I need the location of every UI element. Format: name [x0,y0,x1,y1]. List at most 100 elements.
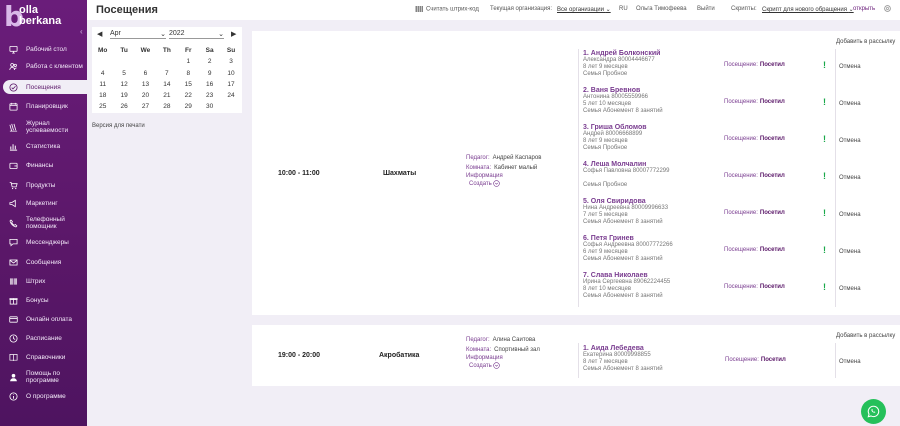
calendar-day[interactable]: 28 [156,101,177,112]
calendar-day[interactable]: 11 [92,79,113,90]
open-script-link[interactable]: открыть [853,6,875,12]
visit-status[interactable]: Посещение: Посетил [725,357,786,363]
chevron-down-icon[interactable] [492,180,501,187]
visit-status[interactable]: Посещение: Посетил [724,284,785,290]
next-month-button[interactable]: ▶ [231,30,236,38]
add-to-mailing-link[interactable]: Добавить в рассылку [836,39,895,45]
sidebar-item[interactable]: Бонусы [0,294,87,306]
prev-month-button[interactable]: ◀ [97,30,102,38]
calendar-day[interactable]: 6 [135,68,156,79]
alert-icon[interactable]: ! [823,208,826,218]
calendar-day[interactable]: 15 [178,79,199,90]
student-name[interactable]: 3. Гриша Обломов [583,124,647,131]
student-name[interactable]: 4. Леша Молчалин [583,161,669,168]
chevron-down-icon[interactable] [492,362,501,369]
cancel-visit-button[interactable]: Отмена [839,286,861,292]
calendar-day[interactable]: 13 [135,79,156,90]
sidebar-item[interactable]: Планировщик [0,100,87,112]
sidebar-item[interactable]: Финансы [0,159,87,171]
calendar-day[interactable]: 8 [178,68,199,79]
calendar-day[interactable]: 30 [199,101,220,112]
year-select[interactable]: 2022 ⌄ [169,30,224,39]
sidebar-item[interactable]: Онлайн оплата [0,313,87,325]
student-name[interactable]: 2. Ваня Бревнов [583,87,663,94]
cancel-visit-button[interactable]: Отмена [839,212,861,218]
calendar-day[interactable]: 21 [156,90,177,101]
print-version-link[interactable]: Версия для печати [92,123,145,129]
collapse-sidebar-icon[interactable]: ‹ [80,27,83,36]
calendar-day[interactable]: 29 [178,101,199,112]
calendar-day[interactable]: 2 [199,56,220,68]
sidebar-item[interactable]: Расписание [0,332,87,344]
calendar-day[interactable]: 14 [156,79,177,90]
alert-icon[interactable]: ! [823,97,826,107]
alert-icon[interactable]: ! [823,245,826,255]
sidebar-item[interactable]: Телефонный помощник [0,216,87,230]
logout-link[interactable]: Выйти [697,6,715,12]
calendar-day[interactable]: 22 [178,90,199,101]
cancel-visit-button[interactable]: Отмена [839,101,861,107]
calendar-day[interactable]: 4 [92,68,113,79]
visit-status[interactable]: Посещение: Посетил [724,247,785,253]
visit-status[interactable]: Посещение: Посетил [724,210,785,216]
calendar-day[interactable]: 5 [113,68,134,79]
sidebar-item[interactable]: Мессенджеры [0,236,87,248]
alert-icon[interactable]: ! [823,60,826,70]
alert-icon[interactable]: ! [823,282,826,292]
org-select[interactable]: Все организации ⌄ [557,6,611,13]
calendar-day[interactable]: 9 [199,68,220,79]
create-link[interactable]: Создать [469,181,492,187]
sidebar-item[interactable]: О программе [0,390,87,402]
whatsapp-button[interactable] [861,399,886,424]
cancel-visit-button[interactable]: Отмена [839,359,861,365]
sidebar-item[interactable]: Журнал успеваемости [0,120,87,134]
sidebar-item[interactable]: Справочники [0,351,87,363]
sidebar-item[interactable]: Помощь по программе [0,370,87,384]
calendar-day[interactable]: 20 [135,90,156,101]
sidebar-item[interactable]: Сообщения [0,256,87,268]
sidebar-item[interactable]: Рабочий стол [0,43,87,55]
calendar-day[interactable]: 26 [113,101,134,112]
language-switch[interactable]: RU [619,6,628,12]
add-to-mailing-link[interactable]: Добавить в рассылку [836,333,895,339]
visit-status[interactable]: Посещение: Посетил [724,99,785,105]
info-link[interactable]: Информация [466,173,541,180]
lesson-subject[interactable]: Шахматы [383,170,416,177]
cancel-visit-button[interactable]: Отмена [839,64,861,70]
calendar-day[interactable]: 24 [220,90,241,101]
cancel-visit-button[interactable]: Отмена [839,175,861,181]
lesson-subject[interactable]: Акробатика [379,352,419,359]
sidebar-item[interactable]: Продукты [0,179,87,191]
student-name[interactable]: 6. Петя Гринев [583,235,673,242]
student-name[interactable]: 1. Андрей Болконский [583,50,660,57]
visit-status[interactable]: Посещение: Посетил [724,173,785,179]
user-name[interactable]: Ольга Тимофеева [636,6,687,12]
sidebar-item[interactable]: Работа с клиентом [0,60,87,72]
calendar-day[interactable]: 12 [113,79,134,90]
cancel-visit-button[interactable]: Отмена [839,138,861,144]
calendar-day[interactable]: 3 [220,56,241,68]
calendar-day[interactable]: 10 [220,68,241,79]
teacher-name[interactable]: Андрей Каспаров [493,155,542,161]
calendar-day[interactable]: 19 [113,90,134,101]
visit-status[interactable]: Посещение: Посетил [724,136,785,142]
teacher-name[interactable]: Алина Саитова [493,337,536,343]
calendar-day[interactable]: 23 [199,90,220,101]
calendar-day[interactable]: 16 [199,79,220,90]
cancel-visit-button[interactable]: Отмена [839,249,861,255]
sidebar-item[interactable]: Штрих [0,275,87,287]
sidebar-item[interactable]: Маркетинг [0,197,87,209]
alert-icon[interactable]: ! [823,134,826,144]
calendar-day[interactable]: 1 [178,56,199,68]
student-name[interactable]: 7. Слава Николаев [583,272,670,279]
student-name[interactable]: 1. Аида Лебедева [583,345,663,352]
student-name[interactable]: 5. Оля Свиридова [583,198,668,205]
calendar-day[interactable]: 7 [156,68,177,79]
visit-status[interactable]: Посещение: Посетил [724,62,785,68]
scan-barcode-button[interactable]: Считать штрих-код [414,6,479,13]
calendar-day[interactable]: 25 [92,101,113,112]
month-select[interactable]: Apr ⌄ [110,30,166,39]
alert-icon[interactable]: ! [823,171,826,181]
calendar-day[interactable]: 18 [92,90,113,101]
calendar-day[interactable]: 17 [220,79,241,90]
